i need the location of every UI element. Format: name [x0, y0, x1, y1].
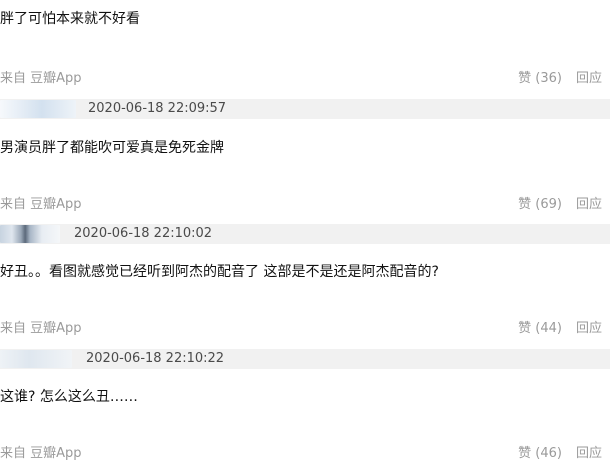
- comment-timestamp: 2020-06-18 22:10:22: [86, 351, 225, 366]
- comment-source: 来自 豆瓣App: [0, 446, 82, 461]
- like-button[interactable]: 赞 (36): [518, 70, 562, 88]
- comment-meta: 来自 豆瓣App 赞 (46) 回应: [0, 445, 610, 463]
- avatar[interactable]: [0, 225, 60, 243]
- reply-button[interactable]: 回应: [576, 320, 602, 338]
- comment-header: 2020-06-18 22:10:02: [0, 224, 610, 244]
- avatar[interactable]: [0, 350, 72, 368]
- comment-text: 男演员胖了都能吹可爱真是免死金牌: [0, 140, 224, 156]
- comment-text: 这谁? 怎么这么丑……: [0, 389, 138, 405]
- comment-meta: 来自 豆瓣App 赞 (44) 回应: [0, 320, 610, 338]
- like-button[interactable]: 赞 (69): [518, 196, 562, 214]
- comment-source: 来自 豆瓣App: [0, 71, 82, 86]
- comment-text: 胖了可怕本来就不好看: [0, 11, 140, 27]
- comment-timestamp: 2020-06-18 22:10:02: [74, 226, 213, 241]
- reply-button[interactable]: 回应: [576, 196, 602, 214]
- comment-text: 好丑。。看图就感觉已经听到阿杰的配音了 这部是不是还是阿杰配音的?: [0, 264, 439, 280]
- comment-source: 来自 豆瓣App: [0, 197, 82, 212]
- comment-meta: 来自 豆瓣App 赞 (36) 回应: [0, 70, 610, 88]
- like-button[interactable]: 赞 (46): [518, 445, 562, 463]
- reply-button[interactable]: 回应: [576, 70, 602, 88]
- comment-header: 2020-06-18 22:10:22: [0, 349, 610, 369]
- comment-meta: 来自 豆瓣App 赞 (69) 回应: [0, 196, 610, 214]
- like-button[interactable]: 赞 (44): [518, 320, 562, 338]
- comment-header: 2020-06-18 22:09:57: [0, 99, 610, 119]
- comment-timestamp: 2020-06-18 22:09:57: [88, 101, 227, 116]
- reply-button[interactable]: 回应: [576, 445, 602, 463]
- comment-source: 来自 豆瓣App: [0, 321, 82, 336]
- avatar[interactable]: [0, 100, 76, 118]
